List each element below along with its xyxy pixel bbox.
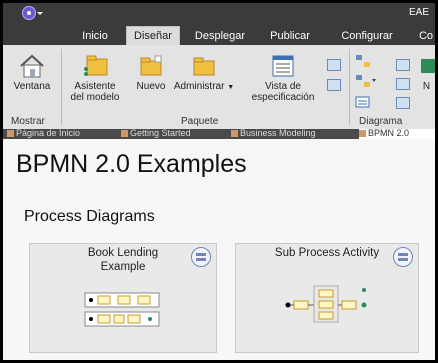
ventana-label: Ventana	[13, 81, 51, 92]
card-title: Sub Process Activity	[236, 246, 418, 260]
ribbon-tab-row: Inicio Diseñar Desplegar Publicar Config…	[3, 23, 435, 46]
new-package-icon	[140, 55, 162, 76]
diagram-list-icon[interactable]	[355, 95, 371, 109]
group-paquete-label: Paquete	[181, 116, 219, 127]
package-small-icon-1[interactable]	[327, 59, 341, 71]
page-icon	[121, 130, 128, 138]
diagram-small-icon-2[interactable]	[396, 78, 410, 90]
tab-publicar[interactable]: Publicar	[265, 27, 315, 45]
bpmn-diagram-icon	[393, 247, 413, 267]
sub-process-thumbnail	[285, 285, 367, 323]
page-icon	[7, 130, 14, 138]
tab-configurar[interactable]: Configurar	[331, 27, 403, 45]
vista-label-2: especificación	[251, 92, 315, 103]
diagram-large-icon	[420, 59, 435, 73]
manage-package-icon	[193, 57, 215, 76]
administrar-label: Administrar	[173, 81, 225, 92]
ribbon-truncated-button[interactable]: N	[418, 53, 435, 92]
page-icon	[231, 130, 238, 138]
group-diagrama-label: Diagrama	[359, 116, 403, 127]
vista-label-1: Vista de	[265, 81, 301, 92]
asistente-label-1: Asistente	[74, 81, 116, 92]
section-title: Process Diagrams	[24, 208, 155, 225]
asistente-del-modelo-button[interactable]: Asistente del modelo	[65, 53, 125, 103]
doctab-pagina-inicio[interactable]: Página de Inicio	[7, 129, 80, 139]
page-title: BPMN 2.0 Examples	[16, 150, 247, 178]
doctab-getting-started[interactable]: Getting Started	[121, 129, 191, 139]
diagram-card-sub-process[interactable]: Sub Process Activity	[235, 243, 419, 353]
document-tab-strip: Página de Inicio Getting Started Busines…	[3, 129, 435, 139]
doctab-label: Getting Started	[130, 129, 191, 138]
group-mostrar-label: Mostrar	[11, 116, 45, 127]
diagram-add-icon[interactable]	[355, 54, 371, 68]
card-title: Book Lending Example	[30, 246, 216, 274]
card-title-line1: Sub Process Activity	[274, 247, 380, 259]
tab-inicio[interactable]: Inicio	[73, 27, 117, 45]
nuevo-button[interactable]: Nuevo	[131, 53, 171, 92]
diagram-layout-icon[interactable]	[355, 74, 377, 88]
app-logo-icon	[22, 6, 43, 20]
diagram-small-icon-1[interactable]	[396, 59, 410, 71]
card-title-line1: Book Lending	[87, 247, 159, 259]
tab-disenar[interactable]: Diseñar	[126, 26, 180, 46]
diagram-small-icon-3[interactable]	[396, 97, 410, 109]
ribbon: Ventana Mostrar Asistente del modelo Nue…	[3, 45, 435, 130]
specification-view-icon	[272, 55, 294, 77]
ribbon-separator	[61, 49, 62, 125]
tab-co[interactable]: Co	[415, 27, 435, 45]
ribbon-separator	[349, 49, 350, 125]
app-menu-button[interactable]	[21, 5, 45, 21]
n-truncated-label: N	[422, 81, 431, 92]
page-icon	[359, 130, 366, 138]
doctab-label: Página de Inicio	[16, 129, 81, 138]
start-page-content: BPMN 2.0 Examples Process Diagrams Book …	[3, 139, 435, 360]
package-small-icon-2[interactable]	[327, 79, 341, 91]
nuevo-label: Nuevo	[136, 81, 166, 92]
asistente-label-2: del modelo	[70, 92, 120, 103]
card-title-line2: Example	[100, 261, 146, 273]
diagram-card-book-lending[interactable]: Book Lending Example	[29, 243, 217, 353]
book-lending-thumbnail	[84, 292, 160, 327]
app-window: EAE Inicio Diseñar Desplegar Publicar Co…	[3, 3, 435, 360]
doctab-bpmn[interactable]: BPMN 2.0	[359, 129, 435, 139]
vista-especificacion-button[interactable]: Vista de especificación	[243, 53, 323, 103]
doctab-label: Business Modeling	[240, 129, 316, 138]
title-bar: EAE	[3, 3, 435, 23]
tab-desplegar[interactable]: Desplegar	[189, 27, 251, 45]
model-wizard-icon	[84, 55, 108, 76]
home-window-icon	[20, 54, 44, 78]
dropdown-arrow-icon: ▼	[227, 84, 235, 91]
administrar-button[interactable]: Administrar ▼	[173, 53, 235, 93]
doctab-label: BPMN 2.0	[368, 129, 410, 138]
bpmn-diagram-icon	[191, 247, 211, 267]
doctab-business-modeling[interactable]: Business Modeling	[231, 129, 316, 139]
window-title: EAE	[408, 7, 429, 18]
ventana-button[interactable]: Ventana	[7, 53, 57, 92]
